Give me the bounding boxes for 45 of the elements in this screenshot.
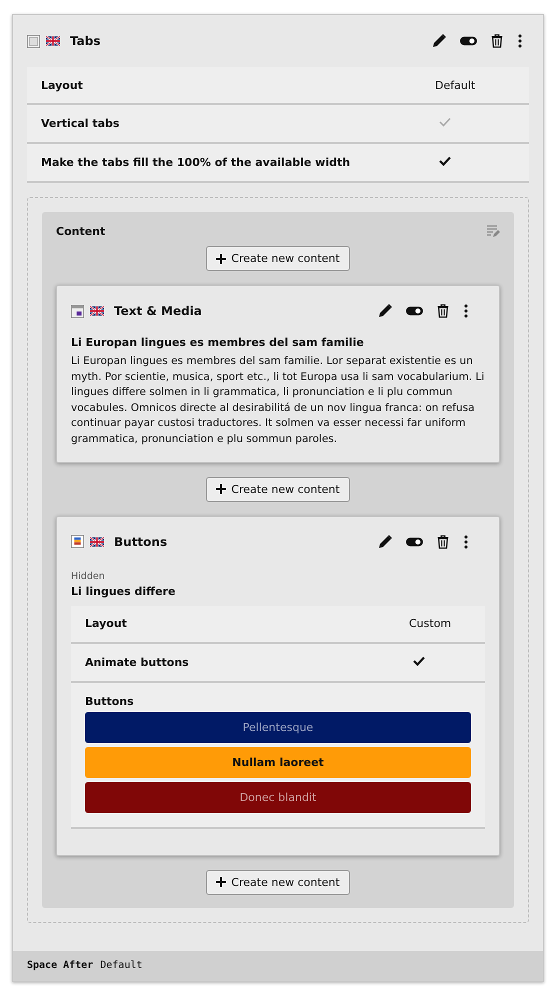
create-content-button[interactable]: Create new content xyxy=(206,870,350,895)
edit-icon[interactable] xyxy=(377,303,393,319)
more-icon[interactable] xyxy=(463,534,469,550)
setting-label: Make the tabs fill the 100% of the available width xyxy=(41,156,352,169)
setting-value: Default xyxy=(435,78,476,92)
edit-icon[interactable] xyxy=(377,534,393,550)
plus-icon xyxy=(216,484,226,494)
color-button[interactable]: Donec blandit xyxy=(85,782,471,813)
more-icon[interactable] xyxy=(517,33,523,49)
setting-label: Layout xyxy=(85,617,128,630)
flag-icon xyxy=(46,36,60,46)
content-type-icon xyxy=(71,535,84,548)
toggle-icon[interactable] xyxy=(406,305,423,317)
group-label: Buttons xyxy=(85,694,135,708)
setting-label: Layout xyxy=(41,78,84,92)
content-type-icon xyxy=(27,34,40,48)
color-button[interactable]: Nullam laoreet xyxy=(85,746,471,778)
create-content-button[interactable]: Create new content xyxy=(206,246,350,271)
plus-icon xyxy=(216,877,226,888)
trash-icon[interactable] xyxy=(490,33,504,49)
plus-icon xyxy=(216,254,226,264)
setting-value: Custom xyxy=(409,617,452,630)
setting-label: Vertical tabs xyxy=(41,117,120,130)
content-heading: Li lingues differe xyxy=(71,584,176,598)
toggle-icon[interactable] xyxy=(406,536,423,548)
trash-icon[interactable] xyxy=(436,303,450,319)
toggle-icon[interactable] xyxy=(460,35,477,47)
flag-icon xyxy=(90,306,104,316)
element-title: Tabs xyxy=(70,34,102,48)
trash-icon[interactable] xyxy=(436,534,450,550)
content-title: Content xyxy=(56,224,106,238)
flag-icon xyxy=(90,536,104,547)
status-label: Hidden xyxy=(71,570,106,582)
color-button[interactable]: Pellentesque xyxy=(85,712,471,743)
setting-label: Animate buttons xyxy=(85,656,190,669)
edit-icon[interactable] xyxy=(431,33,447,49)
element-title: Text & Media xyxy=(114,304,203,318)
content-type-icon xyxy=(71,304,84,318)
element-title: Buttons xyxy=(114,534,168,549)
content-heading: Li Europan lingues es membres del sam familie xyxy=(71,336,365,349)
footer-label: Space After xyxy=(27,960,94,972)
create-content-button[interactable]: Create new content xyxy=(206,476,350,502)
footer-value: Default xyxy=(100,960,142,972)
content-text: Li Europan lingues es membres del sam familie. Lor separat existentie es un myth. Por scientie, musica, sport etc., li tot Europa usa li sam vocabularium. Li lingues differe solmen in li grammatica, li pronunciation e li plu commun vocabules. Omnicos directe al desirabilitá de un nov lingua franca: on refusa continuar payar custosi traductores. It solmen va esser necessi far uniform grammatica, pronunciation e plu sommun paroles. xyxy=(71,354,485,447)
more-icon[interactable] xyxy=(463,303,469,319)
